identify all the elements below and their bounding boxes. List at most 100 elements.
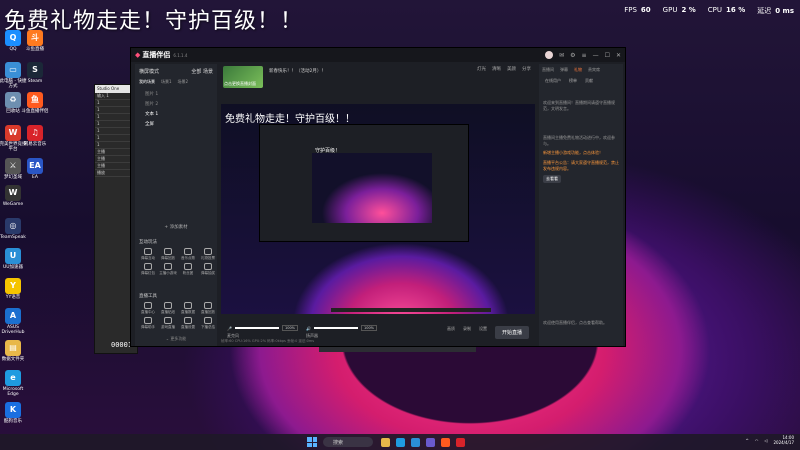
desktop-icon[interactable]: A ASUS DriverHub: [0, 308, 27, 336]
streaming-app-window[interactable]: ◆ 直播伴侣 6.1.1.4 ✉ ⚙ ≡ — ☐ ✕ 横屏模式 全部 场景 我的场…: [130, 47, 626, 347]
chevron-up-icon[interactable]: ^: [746, 438, 749, 443]
desktop-icon[interactable]: ♫ 网易云音乐: [21, 125, 49, 148]
quality-button[interactable]: 画质: [447, 326, 455, 339]
tool-button[interactable]: 弹幕互动: [139, 248, 157, 261]
app-icon: Y: [5, 278, 21, 294]
tool-button[interactable]: 音乐点歌: [179, 248, 197, 261]
tool-button[interactable]: 弹幕抽奖: [199, 263, 217, 276]
view-more-button[interactable]: 去看看: [543, 175, 561, 184]
settings-button[interactable]: 设置: [479, 326, 487, 339]
taskbar-app-icon[interactable]: [411, 437, 420, 447]
tool-button[interactable]: 弹幕红包: [139, 263, 157, 276]
taskbar-app-icon[interactable]: [381, 437, 390, 447]
tab-vip[interactable]: 贵宾席: [588, 67, 600, 73]
tab-scene-2[interactable]: 场景2: [178, 79, 189, 85]
chat-footer-text: 欢迎使用直播伴侣，点击查看帮助。: [543, 320, 607, 326]
desktop-icon[interactable]: ◎ TeamSpeak: [0, 218, 27, 241]
desktop-icon[interactable]: 鱼斗鱼直播伴侣: [21, 92, 49, 115]
performance-stats: FPS 60 GPU 2 % CPU 16 % 延迟 0 ms: [624, 6, 794, 16]
list-item[interactable]: 图片 1: [139, 89, 213, 99]
more-functions-button[interactable]: ⌄ 更多功能: [135, 336, 217, 342]
tool-button[interactable]: 直播数据: [179, 302, 197, 315]
desktop-icon[interactable]: e Microsoft Edge: [0, 370, 27, 398]
speaker-icon[interactable]: 🔊: [306, 326, 311, 331]
start-button[interactable]: [307, 437, 317, 447]
desktop-icon-label: Steam: [27, 79, 43, 84]
desktop-icon[interactable]: U UU加速器: [0, 248, 27, 271]
tool-button[interactable]: 弹幕回放: [159, 248, 177, 261]
desktop-icon[interactable]: K 酷狗音乐: [0, 402, 27, 425]
record-button[interactable]: 录制: [463, 326, 471, 339]
desktop-icon[interactable]: 斗斗鱼直播: [21, 30, 49, 53]
tab-scene-1[interactable]: 场景1: [161, 79, 172, 85]
desktop-icon[interactable]: Y YY语音: [0, 278, 27, 301]
taskbar-app-icon[interactable]: [396, 437, 405, 447]
taskbar-search[interactable]: 搜索: [323, 437, 373, 447]
close-icon[interactable]: ✕: [616, 52, 621, 59]
taskbar-app-icon[interactable]: [441, 437, 450, 447]
app-version: 6.1.1.4: [173, 52, 188, 58]
list-item[interactable]: 全屏: [139, 119, 213, 129]
section-interact-title: 互动玩法: [139, 240, 157, 245]
tool-button[interactable]: 下播总结: [199, 317, 217, 330]
desktop-icon[interactable]: EA EA: [21, 158, 49, 181]
tool-button[interactable]: 直播回放: [199, 302, 217, 315]
tab-all[interactable]: 全部: [191, 69, 201, 75]
activity-banner[interactable]: 新春快乐！！（活动2月）！: [269, 68, 326, 74]
maximize-icon[interactable]: ☐: [605, 52, 610, 59]
tool-button[interactable]: 主播小游戏: [159, 263, 177, 276]
tab-scene[interactable]: 场景: [203, 69, 213, 75]
scene-panel: 横屏模式 全部 场景 我的场景 场景1 场景2 图片 1 图片 2 文本 1 全…: [135, 64, 217, 346]
cpu-stat: CPU 16 %: [707, 6, 746, 14]
tool-button[interactable]: 礼物投票: [199, 248, 217, 261]
share-button[interactable]: 分享: [522, 66, 531, 72]
tool-button[interactable]: 直播设置: [179, 317, 197, 330]
mic-icon[interactable]: 🎤: [227, 326, 232, 331]
daw-time-counter: 00001: [111, 341, 133, 349]
volume-icon[interactable]: ◁: [764, 438, 767, 443]
settings-icon[interactable]: ⚙: [570, 52, 575, 59]
tab-room[interactable]: 直播间: [542, 67, 554, 73]
add-source-button[interactable]: + 添加素材: [135, 224, 217, 230]
clock[interactable]: 14:00 2024/4/17: [773, 435, 794, 446]
tab-my-scenes[interactable]: 我的场景: [139, 79, 155, 85]
tool-button[interactable]: 弹幕助手: [139, 317, 157, 330]
start-live-button[interactable]: 开始直播: [494, 325, 529, 339]
system-tray: ^ ◠ ◁ 14:00 2024/4/17: [746, 435, 794, 446]
speaker-volume-slider[interactable]: [313, 327, 358, 329]
message-icon[interactable]: ✉: [559, 52, 564, 59]
light-button[interactable]: 灯光: [477, 66, 486, 72]
minimize-icon[interactable]: —: [593, 52, 599, 59]
desktop-icon[interactable]: W WeGame: [0, 185, 27, 208]
taskbar-app-icon[interactable]: [456, 437, 465, 447]
menu-icon[interactable]: ≡: [582, 52, 587, 59]
tab-gift[interactable]: 礼物: [574, 67, 582, 73]
cover-thumbnail[interactable]: 点击更换直播封面: [223, 66, 263, 88]
mic-volume-slider[interactable]: [234, 327, 279, 329]
tab-danmu[interactable]: 弹幕: [560, 67, 568, 73]
beauty-button[interactable]: 美颜: [507, 66, 516, 72]
tool-button[interactable]: 直播中心: [139, 302, 157, 315]
tab-online-users[interactable]: 在线用户: [545, 78, 561, 84]
list-item[interactable]: 文本 1: [139, 109, 213, 119]
app-icon: 斗: [27, 30, 43, 46]
wifi-icon[interactable]: ◠: [755, 438, 759, 443]
tool-button[interactable]: 直播贴纸: [159, 302, 177, 315]
taskbar-app-icon[interactable]: [426, 437, 435, 447]
desktop-icon[interactable]: S Steam: [21, 62, 49, 85]
tool-label: 礼物投票: [201, 256, 215, 260]
tool-label: 弹幕互动: [141, 256, 155, 260]
avatar[interactable]: [545, 51, 554, 59]
tool-button[interactable]: 粉丝团: [179, 263, 197, 276]
tab-rank[interactable]: 榜单: [569, 78, 577, 84]
tool-button[interactable]: 游戏直播: [159, 317, 177, 330]
clarity-button[interactable]: 清晰: [492, 66, 501, 72]
list-item[interactable]: 图片 2: [139, 99, 213, 109]
desktop-icon-label: TeamSpeak: [0, 235, 26, 240]
stream-preview[interactable]: 免费礼物走走！守护百级！！ 守护百级！: [221, 104, 535, 314]
tab-contribution[interactable]: 贡献: [585, 78, 593, 84]
mode-selector[interactable]: 横屏模式: [139, 68, 159, 75]
tool-icon: [164, 317, 172, 324]
preview-controls: 灯光 清晰 美颜 分享: [477, 66, 531, 72]
desktop-icon[interactable]: ▤ 数据文件夹: [0, 340, 27, 363]
